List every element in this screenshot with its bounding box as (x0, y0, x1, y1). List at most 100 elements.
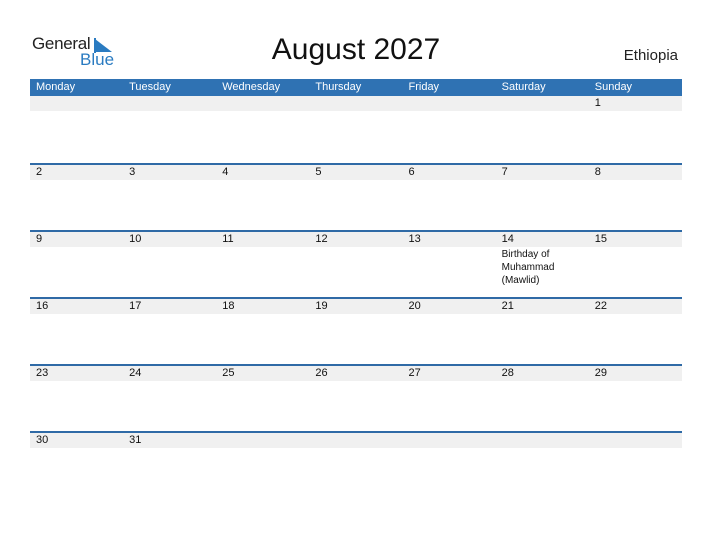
day-number: 15 (594, 233, 607, 245)
weekday-tuesday: Tuesday (129, 81, 171, 93)
day-cell: 31 (123, 433, 216, 448)
day-cell: 6 (403, 165, 496, 180)
day-cell (309, 96, 402, 111)
day-cell: 4 (216, 165, 309, 180)
day-cell: 7 (496, 165, 589, 180)
day-cell (496, 433, 589, 448)
week-cells: 9 10 11 12 13 14 Birthday of Muhammad (Mawlid)… (30, 232, 682, 287)
day-cell: 1 (589, 96, 682, 111)
day-number: 5 (315, 166, 322, 178)
day-number: 29 (594, 367, 607, 379)
day-number (502, 96, 589, 111)
weekday-monday: Monday (36, 81, 76, 93)
day-cell: 26 (309, 366, 402, 381)
week-cells: 2 3 4 5 6 7 8 (30, 165, 682, 180)
day-number: 21 (501, 300, 514, 312)
day-cell: 23 (30, 366, 123, 381)
day-number: 12 (315, 233, 328, 245)
day-cell: 10 (123, 232, 216, 287)
country-label: Ethiopia (623, 47, 678, 64)
day-number: 27 (408, 367, 421, 379)
day-number (315, 96, 402, 111)
day-cell: 2 (30, 165, 123, 180)
day-number: 22 (594, 300, 607, 312)
day-cell: 21 (496, 299, 589, 314)
day-cell: 12 (309, 232, 402, 287)
week-row: 2 3 4 5 6 7 8 (30, 163, 682, 230)
day-cell: 18 (216, 299, 309, 314)
day-number: 18 (222, 300, 235, 312)
day-number: 19 (315, 300, 328, 312)
week-row: 9 10 11 12 13 14 Birthday of Muhammad (Mawlid)… (30, 230, 682, 297)
weekday-friday: Friday (408, 81, 440, 93)
week-row: 23 24 25 26 27 28 29 (30, 364, 682, 431)
day-number: 9 (36, 233, 43, 245)
page-title: August 2027 (271, 33, 441, 66)
day-number (409, 96, 496, 111)
week-row: 30 31 (30, 431, 682, 498)
day-cell: 19 (309, 299, 402, 314)
day-cell: 28 (496, 366, 589, 381)
week-row: 1 (30, 96, 682, 163)
day-number: 3 (129, 166, 136, 178)
day-number: 23 (36, 367, 49, 379)
day-number: 31 (129, 434, 142, 446)
day-cell: 22 (589, 299, 682, 314)
week-cells: 1 (30, 96, 682, 111)
day-cell (403, 96, 496, 111)
day-cell: 3 (123, 165, 216, 180)
day-number: 28 (501, 367, 514, 379)
day-cell (216, 433, 309, 448)
day-number: 7 (501, 166, 508, 178)
weekday-sunday: Sunday (594, 81, 633, 93)
day-cell (496, 96, 589, 111)
day-number: 8 (594, 166, 601, 178)
day-number: 1 (594, 97, 601, 109)
day-cell (216, 96, 309, 111)
day-number: 13 (408, 233, 421, 245)
day-cell: 9 (30, 232, 123, 287)
day-number: 11 (222, 233, 234, 245)
day-number: 10 (129, 233, 142, 245)
weeks-container: 1 2 3 4 5 6 7 8 9 10 11 12 13 14 Birthday of Muhammad … (30, 96, 682, 498)
day-number: 4 (222, 166, 229, 178)
day-number: 16 (36, 300, 49, 312)
day-cell: 14 Birthday of Muhammad (Mawlid) (496, 232, 589, 287)
day-cell (30, 96, 123, 111)
day-number: 17 (129, 300, 142, 312)
day-cell: 16 (30, 299, 123, 314)
holiday-event: Birthday of Muhammad (Mawlid) (501, 249, 555, 286)
day-cell: 11 (216, 232, 309, 287)
day-number (222, 433, 309, 448)
day-cell: 17 (123, 299, 216, 314)
day-number (129, 96, 216, 111)
day-cell: 8 (589, 165, 682, 180)
day-cell: 13 (403, 232, 496, 287)
day-cell (403, 433, 496, 448)
week-cells: 30 31 (30, 433, 682, 448)
day-cell (589, 433, 682, 448)
day-cell: 30 (30, 433, 123, 448)
day-cell: 25 (216, 366, 309, 381)
day-cell: 27 (403, 366, 496, 381)
weekday-wednesday: Wednesday (222, 81, 281, 93)
weekday-saturday: Saturday (501, 81, 546, 93)
week-row: 16 17 18 19 20 21 22 (30, 297, 682, 364)
day-number (409, 433, 496, 448)
weekday-thursday: Thursday (315, 81, 362, 93)
day-cell: 29 (589, 366, 682, 381)
day-number (315, 433, 402, 448)
day-cell (309, 433, 402, 448)
day-cell (123, 96, 216, 111)
day-cell: 20 (403, 299, 496, 314)
day-number (502, 433, 589, 448)
day-cell: 15 (589, 232, 682, 287)
day-number: 30 (36, 434, 49, 446)
day-number: 24 (129, 367, 142, 379)
day-number: 25 (222, 367, 235, 379)
day-cell: 24 (123, 366, 216, 381)
week-cells: 16 17 18 19 20 21 22 (30, 299, 682, 314)
day-number (36, 96, 123, 111)
day-number: 14 (501, 233, 514, 245)
calendar-grid: Monday Tuesday Wednesday Thursday Friday Satu… (30, 79, 682, 498)
